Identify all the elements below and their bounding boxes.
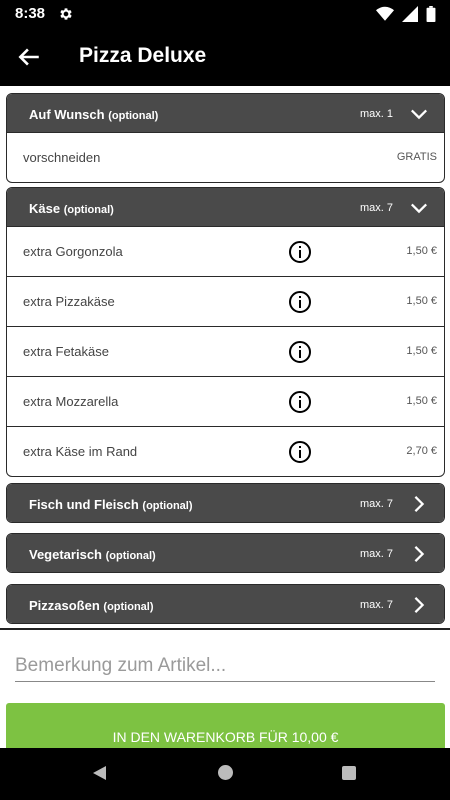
back-button[interactable] xyxy=(16,44,42,70)
group-pizzasossen[interactable]: Pizzasoßen (optional) max. 7 xyxy=(6,584,445,624)
optional-label: (optional) xyxy=(105,550,156,562)
optional-label: (optional) xyxy=(108,110,159,122)
group-header[interactable]: Auf Wunsch (optional) max. 1 xyxy=(7,94,444,132)
chevron-down-icon[interactable] xyxy=(410,105,428,123)
status-bar: 8:38 xyxy=(0,0,450,28)
group-title: Auf Wunsch xyxy=(29,107,105,122)
option-name: extra Käse im Rand xyxy=(23,444,138,459)
info-icon[interactable] xyxy=(288,440,312,464)
gear-icon xyxy=(58,6,74,27)
option-item[interactable]: extra Gorgonzola 1,50 € xyxy=(7,226,444,276)
page-title: Pizza Deluxe xyxy=(79,44,207,67)
group-title: Fisch und Fleisch xyxy=(29,497,139,512)
status-time: 8:38 xyxy=(15,5,46,22)
battery-icon xyxy=(426,6,436,27)
add-to-cart-label: IN DEN WARENKORB FÜR 10,00 € xyxy=(112,729,339,745)
group-kaese: Käse (optional) max. 7 extra Gorgonzola … xyxy=(6,187,445,477)
remark-input[interactable] xyxy=(15,650,435,682)
group-title: Vegetarisch xyxy=(29,547,102,562)
option-name: extra Pizzakäse xyxy=(23,294,115,309)
option-item[interactable]: extra Mozzarella 1,50 € xyxy=(7,376,444,426)
option-price: 1,50 € xyxy=(406,395,437,407)
optional-label: (optional) xyxy=(103,601,154,613)
chevron-right-icon[interactable] xyxy=(410,495,428,513)
option-price: 1,50 € xyxy=(406,295,437,307)
group-max: max. 7 xyxy=(359,548,393,560)
info-icon[interactable] xyxy=(288,390,312,414)
option-price: GRATIS xyxy=(396,151,437,163)
divider xyxy=(0,628,450,630)
group-header[interactable]: Pizzasoßen (optional) max. 7 xyxy=(7,585,444,623)
wifi-icon xyxy=(376,6,394,27)
info-icon[interactable] xyxy=(288,290,312,314)
optional-label: (optional) xyxy=(142,500,193,512)
optional-label: (optional) xyxy=(63,204,114,216)
arrow-left-icon xyxy=(18,48,39,66)
group-vegetarisch[interactable]: Vegetarisch (optional) max. 7 xyxy=(6,533,445,573)
system-nav-bar xyxy=(0,748,450,800)
option-name: vorschneiden xyxy=(23,150,101,165)
group-header[interactable]: Vegetarisch (optional) max. 7 xyxy=(7,534,444,572)
option-name: extra Gorgonzola xyxy=(23,244,123,259)
group-title: Pizzasoßen xyxy=(29,598,100,613)
chevron-right-icon[interactable] xyxy=(410,596,428,614)
option-name: extra Fetakäse xyxy=(23,344,109,359)
group-header[interactable]: Käse (optional) max. 7 xyxy=(7,188,444,226)
chevron-right-icon[interactable] xyxy=(410,545,428,563)
option-item[interactable]: extra Käse im Rand 2,70 € xyxy=(7,426,444,476)
signal-icon xyxy=(402,6,418,27)
group-max: max. 7 xyxy=(359,202,393,214)
group-auf-wunsch: Auf Wunsch (optional) max. 1 vorschneide… xyxy=(6,93,445,183)
group-fisch-und-fleisch[interactable]: Fisch und Fleisch (optional) max. 7 xyxy=(6,483,445,523)
group-title: Käse xyxy=(29,201,61,216)
option-name: extra Mozzarella xyxy=(23,394,119,409)
option-item[interactable]: vorschneiden GRATIS xyxy=(7,132,444,182)
nav-recents-icon[interactable] xyxy=(342,766,356,780)
option-price: 1,50 € xyxy=(406,345,437,357)
info-icon[interactable] xyxy=(288,240,312,264)
group-max: max. 7 xyxy=(359,599,393,611)
nav-home-icon[interactable] xyxy=(218,765,233,780)
options-list[interactable]: Auf Wunsch (optional) max. 1 vorschneide… xyxy=(0,86,450,626)
group-max: max. 7 xyxy=(359,498,393,510)
group-header[interactable]: Fisch und Fleisch (optional) max. 7 xyxy=(7,484,444,522)
app-bar: Pizza Deluxe xyxy=(0,28,450,86)
info-icon[interactable] xyxy=(288,340,312,364)
option-price: 1,50 € xyxy=(406,245,437,257)
nav-back-icon[interactable] xyxy=(92,765,108,786)
option-item[interactable]: extra Fetakäse 1,50 € xyxy=(7,326,444,376)
chevron-down-icon[interactable] xyxy=(410,199,428,217)
group-max: max. 1 xyxy=(359,108,393,120)
option-item[interactable]: extra Pizzakäse 1,50 € xyxy=(7,276,444,326)
option-price: 2,70 € xyxy=(406,445,437,457)
